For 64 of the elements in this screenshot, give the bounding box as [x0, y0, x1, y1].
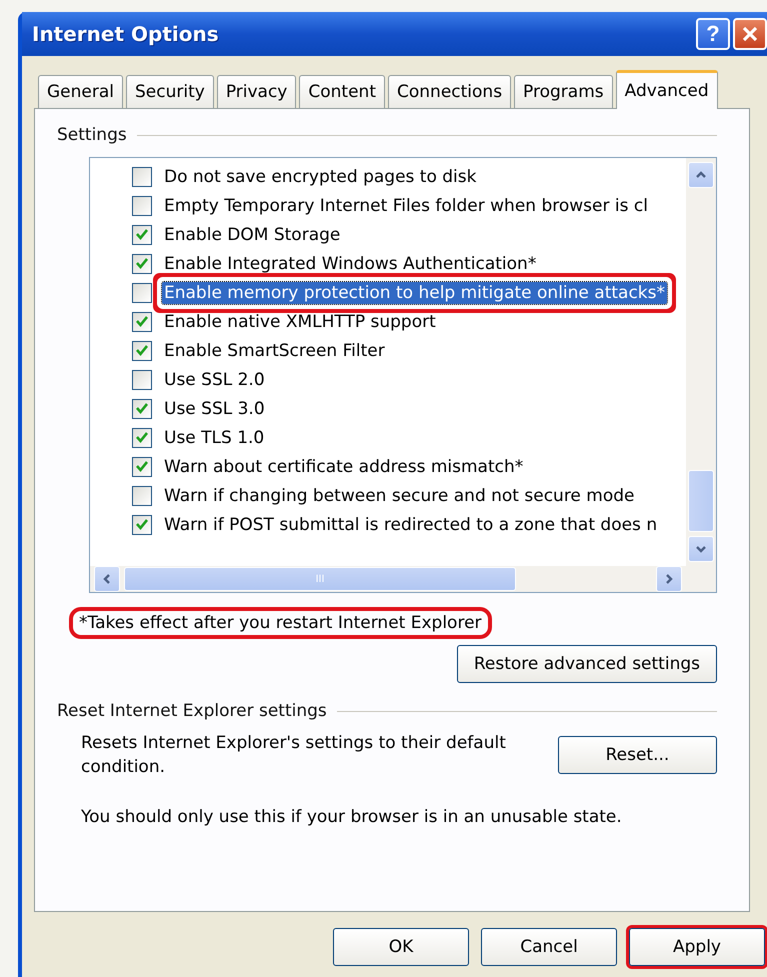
dialog-button[interactable]: OK [333, 928, 469, 966]
checkbox[interactable] [132, 224, 152, 244]
help-button[interactable]: ? [696, 18, 730, 50]
checkbox[interactable] [132, 166, 152, 186]
scroll-right-button[interactable] [656, 566, 682, 592]
checkmark-icon [136, 461, 148, 472]
checkbox[interactable] [132, 370, 152, 390]
setting-label[interactable]: Warn if POST submittal is redirected to a zone that does n [162, 514, 660, 536]
window-title: Internet Options [32, 22, 220, 46]
reset-warning: You should only use this if your browser is in an unusable state. [81, 807, 623, 827]
checkbox[interactable] [132, 514, 152, 534]
restart-note: *Takes effect after you restart Internet Explorer [69, 607, 492, 639]
scroll-thumb[interactable] [688, 470, 714, 532]
scroll-up-button[interactable] [688, 162, 714, 188]
checkmark-icon [136, 345, 148, 356]
setting-label[interactable]: Enable native XMLHTTP support [162, 310, 438, 332]
checkmark-icon [136, 403, 148, 414]
tab[interactable]: General [38, 75, 123, 108]
checkbox[interactable] [132, 196, 152, 216]
setting-label[interactable]: Use TLS 1.0 [162, 426, 266, 448]
checkbox[interactable] [132, 486, 152, 506]
vertical-scrollbar[interactable] [686, 158, 716, 566]
scroll-down-button[interactable] [688, 536, 714, 562]
setting-label[interactable]: Enable memory protection to help mitigate online attacks* [162, 282, 667, 304]
setting-label[interactable]: Enable SmartScreen Filter [162, 340, 387, 362]
tab[interactable]: Security [126, 75, 214, 108]
checkbox[interactable] [132, 254, 152, 274]
checkbox[interactable] [132, 398, 152, 418]
tab[interactable]: Content [299, 75, 385, 108]
reset-description: Resets Internet Explorer's settings to their default condition. [81, 732, 507, 779]
left-chevron-icon [101, 573, 113, 585]
setting-label[interactable]: Use SSL 2.0 [162, 368, 267, 390]
group-title: Reset Internet Explorer settings [57, 701, 327, 721]
right-chevron-icon [663, 573, 675, 585]
group-title: Settings [57, 125, 127, 145]
setting-label[interactable]: Warn if changing between secure and not secure mode [162, 484, 637, 506]
reset-button[interactable]: Reset... [558, 736, 717, 774]
checkmark-icon [136, 519, 148, 530]
tab[interactable]: Privacy [216, 75, 296, 108]
scroll-left-button[interactable] [94, 566, 120, 592]
tab[interactable]: Advanced [616, 70, 718, 109]
checkmark-icon [136, 432, 148, 443]
checkbox[interactable] [132, 282, 152, 302]
setting-label[interactable]: Enable Integrated Windows Authentication* [162, 252, 538, 274]
restore-button[interactable]: Restore advanced settings [456, 645, 717, 683]
checkmark-icon [136, 258, 148, 269]
tab[interactable]: Connections [388, 75, 512, 108]
checkbox[interactable] [132, 456, 152, 476]
checkmark-icon [136, 229, 148, 240]
checkbox[interactable] [132, 340, 152, 360]
setting-label[interactable]: Warn about certificate address mismatch* [162, 456, 526, 478]
close-icon [741, 25, 759, 43]
checkbox[interactable] [132, 312, 152, 332]
tab[interactable]: Programs [514, 75, 613, 108]
checkbox[interactable] [132, 428, 152, 448]
setting-label[interactable]: Empty Temporary Internet Files folder when browser is cl [162, 194, 650, 216]
close-button[interactable] [733, 18, 767, 50]
setting-label[interactable]: Do not save encrypted pages to disk [162, 166, 478, 188]
down-chevron-icon [695, 543, 707, 555]
dialog-button[interactable]: Cancel [481, 928, 617, 966]
checkmark-icon [136, 316, 148, 327]
setting-label[interactable]: Enable DOM Storage [162, 224, 342, 246]
setting-label[interactable]: Use SSL 3.0 [162, 398, 267, 420]
dialog-button[interactable]: Apply [629, 928, 765, 966]
